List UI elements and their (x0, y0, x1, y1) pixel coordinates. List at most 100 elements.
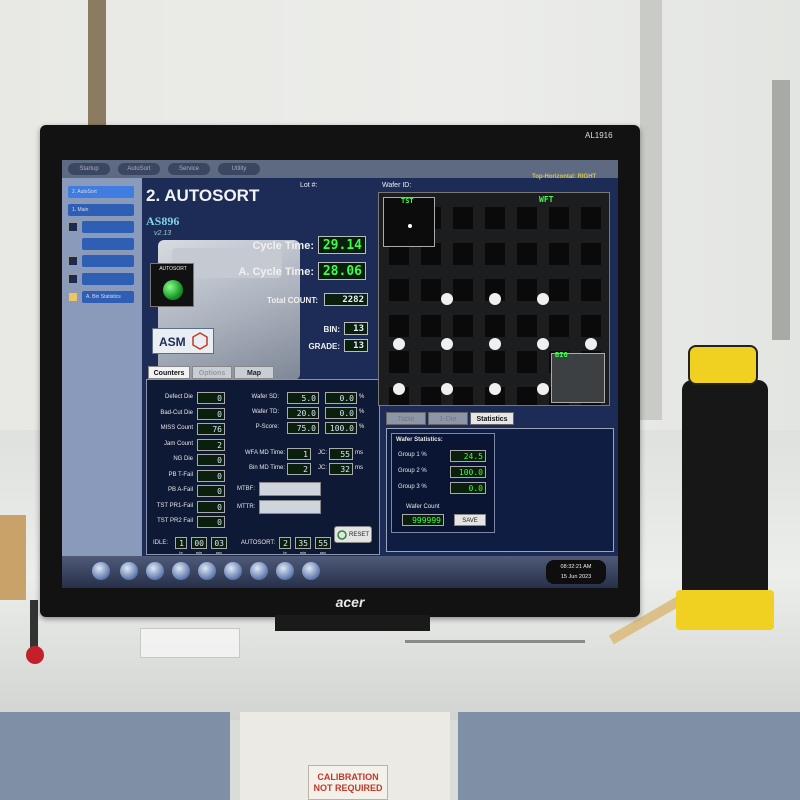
wafer-grid-cell (581, 315, 601, 337)
sidebar-checkbox[interactable] (68, 256, 78, 266)
wft-label: WFT (539, 195, 554, 204)
tab-service[interactable]: Service (168, 163, 210, 175)
wfa-jc-label: JC: (318, 450, 327, 456)
record-icon[interactable] (120, 562, 138, 580)
wall-trim (88, 0, 106, 130)
tab-utility[interactable]: Utility (218, 163, 260, 175)
counter-value: 0 (197, 407, 225, 420)
hex-key (405, 640, 585, 643)
sidebar-item-3[interactable] (82, 221, 134, 233)
bin-md-unit: ms (355, 465, 363, 471)
monitor-stand (275, 615, 430, 631)
mtbf-display (259, 482, 321, 496)
counter-label: PB T-Fail (168, 471, 193, 478)
sidebar-item-6[interactable] (82, 273, 134, 285)
flashlight-body (682, 380, 768, 608)
p-score-value: 75.0 (287, 422, 319, 434)
cycle-time-display: 29.14 (318, 236, 366, 254)
autosort-minutes: 35 (295, 537, 311, 549)
wafer-map[interactable]: TST WFT BIG (378, 192, 610, 406)
wafer-statistics-panel: Wafer Statistics: Group 1 % 24.5 Group 2… (386, 428, 614, 552)
autosort-start-panel: AUTOSORT (150, 263, 194, 307)
tab-options[interactable]: Options (192, 366, 232, 379)
monitor-model-label: AL1916 (585, 131, 613, 140)
machine-model: AS896 (146, 214, 180, 228)
exit-icon[interactable] (302, 562, 320, 580)
reset-button[interactable]: RESET (334, 526, 372, 543)
wafer-die (489, 383, 501, 395)
tab-table[interactable]: Table (386, 412, 426, 425)
group-1-label: Group 1 % (398, 452, 427, 458)
wafer-die (537, 293, 549, 305)
edit-icon[interactable] (250, 562, 268, 580)
wafer-grid-cell (517, 207, 537, 229)
wafer-grid-cell (485, 315, 505, 337)
refresh-icon (337, 530, 347, 540)
sidebar-checkbox[interactable] (68, 222, 78, 232)
tab-counters[interactable]: Counters (148, 366, 190, 379)
settings-icon[interactable] (198, 562, 216, 580)
wafer-grid-cell (581, 279, 601, 301)
wafer-grid-cell (517, 351, 537, 373)
wafer-grid-cell (421, 351, 441, 373)
drawer-left (0, 712, 230, 800)
wfa-md-time-value: 1 (287, 448, 311, 460)
p-score-unit: % (359, 424, 365, 430)
counter-label: Bad-Cut Die (160, 409, 193, 416)
counter-label: MISS Count (160, 425, 193, 431)
lock-icon[interactable] (224, 562, 242, 580)
wafer-statistics-title: Wafer Statistics: (396, 437, 443, 443)
tab-startup[interactable]: Startup (68, 163, 110, 175)
sidebar-item-4[interactable] (82, 238, 134, 250)
sidebar-item-main[interactable]: 1. Main (68, 204, 134, 216)
idle-minutes-unit: min (195, 550, 203, 555)
idle-hours: 1 (175, 537, 187, 549)
plastic-bag (140, 628, 240, 658)
wfa-jc-value: 55 (329, 448, 353, 460)
wafer-grid-cell (549, 315, 569, 337)
p-score-percent: 100.0 (325, 422, 357, 434)
big-label: BIG (555, 351, 568, 359)
wafer-die (393, 383, 405, 395)
mtbf-label: MTBF: (237, 486, 255, 492)
idle-seconds-unit: sec (215, 550, 223, 555)
bin-jc-value: 32 (329, 463, 353, 475)
chart-icon[interactable] (146, 562, 164, 580)
tab-1-die[interactable]: 1-Die (428, 412, 468, 425)
sidebar-item-5[interactable] (82, 255, 134, 267)
counter-label: TST PR2 Fail (157, 518, 193, 524)
wafer-die (393, 338, 405, 350)
counter-value: 0 (197, 485, 225, 497)
wafer-die (441, 338, 453, 350)
bottom-toolbar: 08:32:21 AM 15 Jun 2023 (62, 556, 618, 588)
autosort-start-button[interactable] (163, 280, 183, 300)
tab-map[interactable]: Map (234, 366, 274, 379)
wafer-grid-cell (453, 315, 473, 337)
wafer-grid-cell (549, 243, 569, 265)
wafer-grid-cell (517, 243, 537, 265)
wafer-sd-value: 5.0 (287, 392, 319, 404)
group-2-label: Group 2 % (398, 468, 427, 474)
counter-value: 76 (197, 423, 225, 435)
wafer-grid-cell (517, 315, 537, 337)
tab-autosort[interactable]: AutoSort (118, 163, 160, 175)
tools-icon[interactable] (172, 562, 190, 580)
wafer-grid-cell (389, 279, 409, 301)
idle-hours-unit: hr (179, 550, 183, 555)
bin-md-time-label: Bin MD Time: (248, 465, 285, 471)
lot-label: Lot #: (300, 182, 318, 189)
home-icon[interactable] (92, 562, 110, 580)
wfa-md-time-label: WFA MD Time: (244, 450, 285, 456)
sidebar-item-bin-statistics[interactable]: A. Bin Statistics (82, 291, 134, 303)
wafer-id-label: Wafer ID: (382, 182, 412, 189)
tab-statistics[interactable]: Statistics (470, 412, 514, 425)
save-button[interactable]: SAVE (454, 514, 486, 526)
light-icon[interactable] (276, 562, 294, 580)
wafer-grid-cell (485, 243, 505, 265)
wafer-td-unit: % (359, 409, 365, 415)
idle-label: IDLE: (153, 540, 169, 546)
counter-label: Defect Die (164, 394, 193, 400)
sidebar-checkbox[interactable] (68, 274, 78, 284)
wafer-die (585, 338, 597, 350)
sidebar-item-autosort[interactable]: 2. AutoSort (68, 186, 134, 198)
